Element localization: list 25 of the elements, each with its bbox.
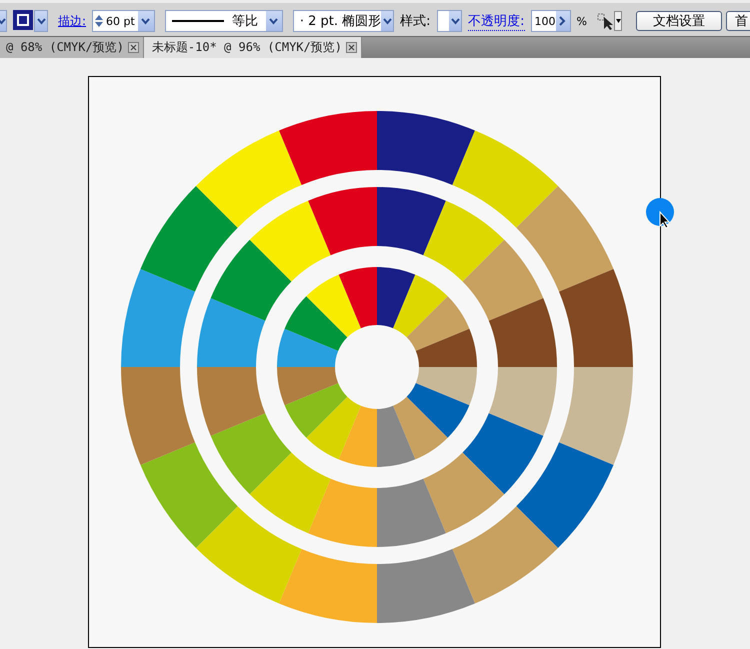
stroke-weight-field[interactable]: 60 pt bbox=[92, 10, 155, 32]
stroke-label[interactable]: 描边: bbox=[58, 12, 86, 30]
chevron-down-icon bbox=[450, 18, 460, 24]
document-tab[interactable]: @ 68% (CMYK/预览) bbox=[0, 37, 144, 58]
brush-dropdown[interactable]: · 2 pt. 椭圆形 bbox=[292, 10, 394, 32]
document-tab[interactable]: 未标题-10* @ 96% (CMYK/预览) bbox=[144, 37, 362, 58]
opacity-label[interactable]: 不透明度: bbox=[468, 12, 525, 30]
spinner-icon[interactable] bbox=[95, 14, 104, 28]
stroke-profile-dropdown[interactable]: 等比 bbox=[164, 10, 283, 32]
chevron-down-icon bbox=[141, 18, 150, 24]
chevron-down-icon bbox=[382, 18, 392, 24]
document-setup-button[interactable]: 文档设置 bbox=[636, 11, 722, 31]
style-label: 样式: bbox=[400, 13, 431, 30]
close-icon[interactable] bbox=[346, 42, 357, 53]
stroke-swatch[interactable] bbox=[13, 10, 33, 30]
chevron-right-icon[interactable] bbox=[559, 16, 566, 26]
selection-tool-icon[interactable] bbox=[597, 12, 613, 30]
toolbar-button[interactable]: 首 bbox=[726, 11, 750, 31]
close-icon[interactable] bbox=[128, 42, 139, 53]
stroke-line-icon bbox=[172, 19, 224, 23]
chevron-down-icon bbox=[269, 18, 278, 24]
opacity-field[interactable]: 100 bbox=[530, 10, 571, 32]
percent-sign: % bbox=[576, 14, 587, 28]
chevron-down-icon bbox=[36, 18, 46, 24]
style-dropdown[interactable] bbox=[436, 10, 462, 32]
